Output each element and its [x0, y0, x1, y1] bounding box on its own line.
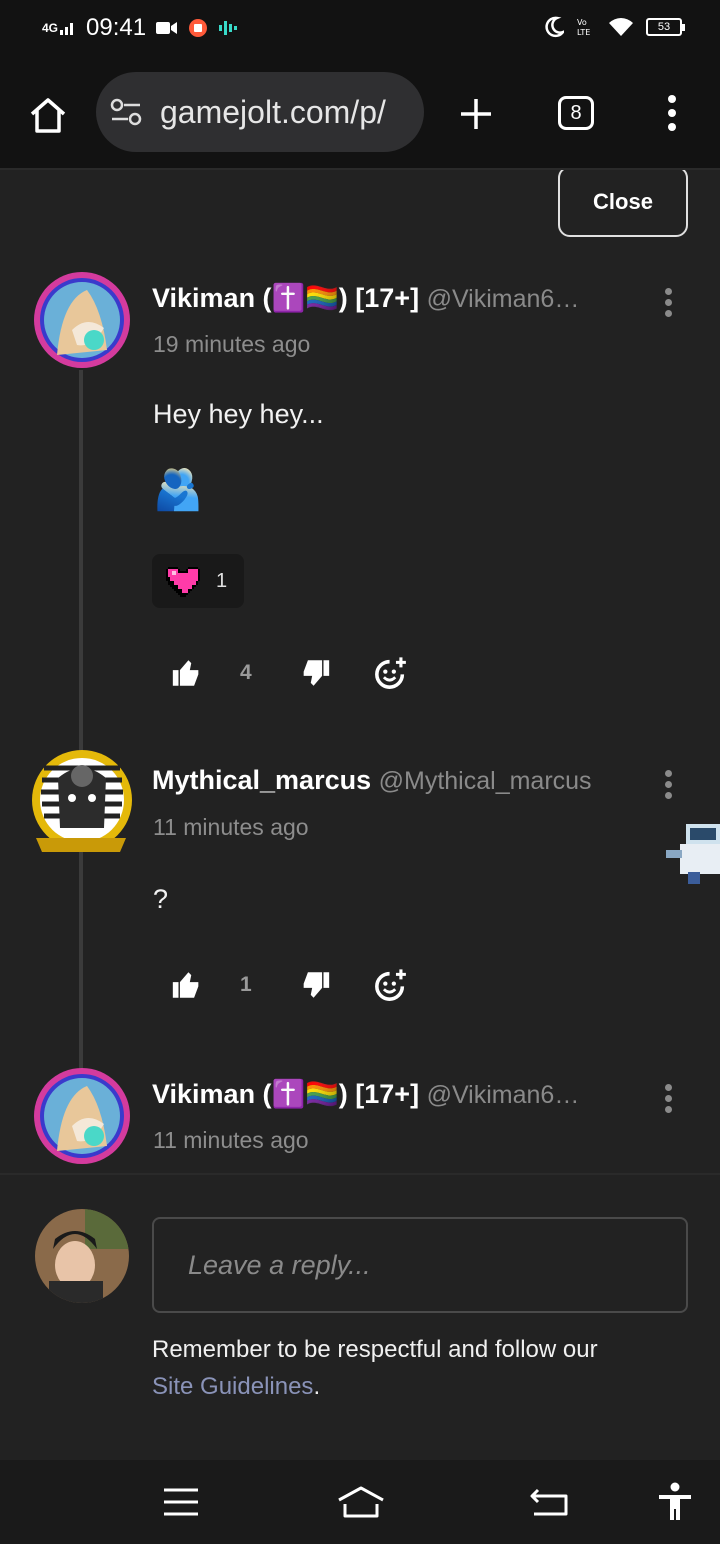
avatar[interactable]	[30, 748, 136, 858]
video-record-icon	[156, 22, 178, 34]
current-user-avatar[interactable]	[35, 1209, 129, 1303]
system-nav-bar	[0, 1460, 720, 1544]
site-guidelines-link[interactable]: Site Guidelines	[152, 1373, 313, 1400]
author-handle: @Mythical_marcus	[378, 767, 592, 795]
url-text: gamejolt.com/p/	[160, 93, 386, 130]
comment-thread: Close Vikiman (✝️🏳️‍🌈) [17+] @Vikiman6… …	[0, 170, 720, 1173]
author-handle: @Vikiman6…	[426, 1081, 580, 1109]
comment-author[interactable]: Mythical_marcus @Mythical_marcus	[152, 765, 592, 796]
comment-emoji: 🫂	[153, 468, 203, 512]
comment-text: ?	[153, 884, 169, 914]
guidelines-period: .	[313, 1373, 321, 1400]
close-button[interactable]: Close	[558, 170, 688, 237]
new-tab-icon[interactable]	[458, 96, 494, 132]
comment-actions: 1	[170, 968, 408, 1002]
thread-line	[79, 370, 83, 1070]
floating-mascot-sprite	[666, 824, 720, 884]
accessibility-icon[interactable]	[656, 1482, 694, 1522]
svg-text:Vo: Vo	[577, 18, 587, 27]
site-settings-icon[interactable]	[110, 98, 142, 126]
dislike-icon[interactable]	[298, 968, 332, 1002]
comment-actions: 4	[170, 656, 408, 690]
app-notification-icon	[189, 19, 208, 37]
signal-icon	[60, 23, 74, 35]
author-handle: @Vikiman6…	[426, 285, 580, 313]
guidelines-text: Remember to be respectful and follow our	[152, 1336, 598, 1363]
pixel-heart-icon	[166, 567, 200, 597]
reply-input[interactable]	[152, 1217, 688, 1313]
comment-author[interactable]: Vikiman (✝️🏳️‍🌈) [17+] @Vikiman6…	[152, 282, 579, 314]
wifi-icon	[609, 18, 633, 36]
comment-menu-icon[interactable]	[660, 770, 676, 806]
add-reaction-icon[interactable]	[374, 656, 408, 690]
browser-toolbar: gamejolt.com/p/ 8	[0, 58, 720, 170]
comment-text: Hey hey hey...	[153, 399, 324, 429]
dislike-icon[interactable]	[298, 656, 332, 690]
comment-timestamp: 11 minutes ago	[153, 814, 309, 840]
like-count: 1	[240, 973, 252, 996]
comment-author[interactable]: Vikiman (✝️🏳️‍🌈) [17+] @Vikiman6…	[152, 1078, 579, 1110]
menu-icon[interactable]	[162, 1486, 200, 1518]
add-reaction-icon[interactable]	[374, 968, 408, 1002]
guidelines-notice: Remember to be respectful and follow our…	[152, 1331, 692, 1405]
more-menu-icon[interactable]	[664, 94, 680, 132]
svg-text:LTE: LTE	[577, 28, 590, 37]
volte-icon: VoLTE	[577, 18, 590, 37]
avatar[interactable]	[32, 270, 132, 370]
moon-icon	[545, 16, 564, 38]
reaction-chip[interactable]: 1	[152, 554, 244, 608]
reply-composer: Remember to be respectful and follow our…	[0, 1173, 720, 1460]
like-icon[interactable]	[170, 656, 204, 690]
home-nav-icon[interactable]	[336, 1484, 386, 1520]
audio-wave-icon	[219, 21, 238, 35]
like-count: 4	[240, 661, 252, 684]
comment-timestamp: 19 minutes ago	[153, 331, 311, 357]
author-name: Vikiman (✝️🏳️‍🌈) [17+]	[152, 283, 420, 313]
author-name: Vikiman (✝️🏳️‍🌈) [17+]	[152, 1079, 420, 1109]
address-bar[interactable]: gamejolt.com/p/	[96, 72, 424, 152]
like-icon[interactable]	[170, 968, 204, 1002]
back-icon[interactable]	[528, 1486, 570, 1518]
avatar[interactable]	[32, 1066, 132, 1166]
tab-switcher-button[interactable]: 8	[558, 96, 594, 130]
status-bar: 4G 09:41 Vo LTE 53	[0, 0, 720, 58]
author-name: Mythical_marcus	[152, 765, 372, 795]
clock: 09:41	[86, 14, 147, 41]
reaction-count: 1	[216, 569, 228, 592]
home-icon[interactable]	[28, 96, 68, 134]
comment-menu-icon[interactable]	[660, 288, 676, 324]
comment-menu-icon[interactable]	[660, 1084, 676, 1120]
comment-timestamp: 11 minutes ago	[153, 1127, 309, 1153]
network-indicator: 4G	[42, 21, 59, 35]
battery-indicator: 53	[646, 18, 685, 36]
